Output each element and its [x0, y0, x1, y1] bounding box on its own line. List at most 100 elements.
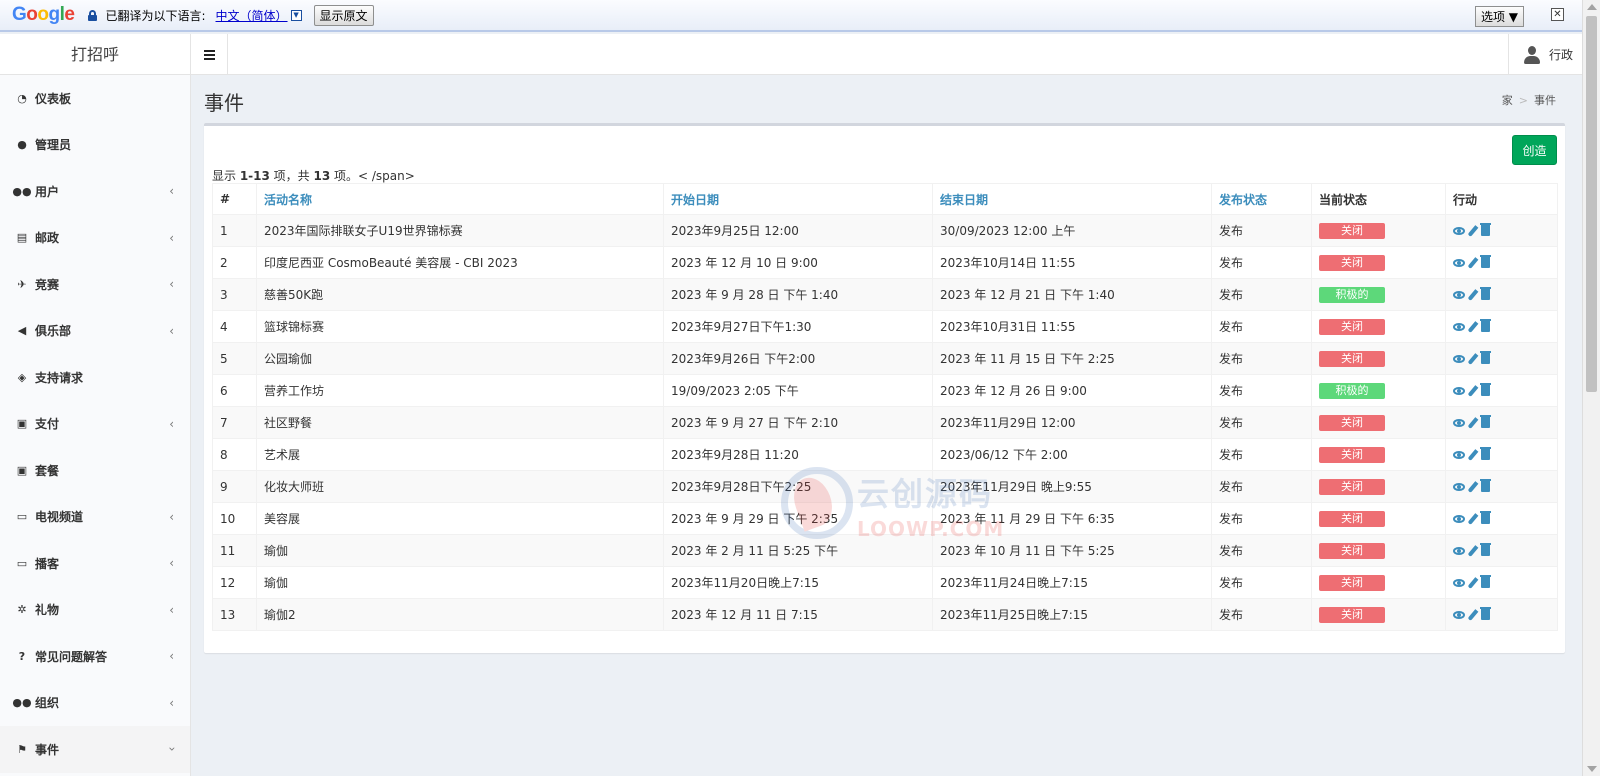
end-date: 2023年11月29日 晚上9:55 [932, 470, 1212, 503]
edit-pencil-icon[interactable] [1467, 512, 1479, 525]
view-eye-icon[interactable] [1453, 450, 1465, 459]
create-button[interactable]: 创造 [1512, 135, 1557, 165]
view-eye-icon[interactable] [1453, 290, 1465, 299]
sidebar-toggle-button[interactable] [191, 34, 228, 75]
column-header-start-date[interactable]: 开始日期 [663, 183, 933, 215]
view-eye-icon[interactable] [1453, 354, 1465, 363]
sidebar-item-posts[interactable]: ▤ 邮政 ‹ [0, 215, 190, 262]
publish-status: 发布 [1211, 278, 1312, 311]
edit-pencil-icon[interactable] [1467, 352, 1479, 365]
brand-logo[interactable]: 打招呼 [0, 34, 191, 75]
end-date: 2023 年 11 月 15 日 下午 2:25 [932, 342, 1212, 375]
column-header-name[interactable]: 活动名称 [256, 183, 664, 215]
sidebar-item-dashboard[interactable]: ◔ 仪表板 [0, 75, 190, 122]
table-row: 5 公园瑜伽 2023年9月26日 下午2:00 2023 年 11 月 15 日 下… [212, 342, 1558, 375]
sidebar-item-gifts[interactable]: ✲ 礼物 ‹ [0, 587, 190, 634]
translate-language-link[interactable]: 中文（简体） [216, 7, 288, 24]
delete-trash-icon[interactable] [1480, 479, 1491, 492]
publish-status: 发布 [1211, 246, 1312, 279]
delete-trash-icon[interactable] [1480, 319, 1491, 332]
sidebar-item-events[interactable]: ⚑ 事件 ‹ [0, 726, 190, 773]
sidebar-item-label: 管理员 [35, 138, 72, 153]
view-eye-icon[interactable] [1453, 610, 1465, 619]
breadcrumb-home[interactable]: 家 [1502, 94, 1513, 107]
delete-trash-icon[interactable] [1480, 255, 1491, 268]
sidebar-item-tv-channels[interactable]: ▭ 电视频道 ‹ [0, 494, 190, 541]
sidebar-item-packages[interactable]: ▣ 套餐 [0, 447, 190, 494]
edit-pencil-icon[interactable] [1467, 544, 1479, 557]
view-eye-icon[interactable] [1453, 482, 1465, 491]
scroll-up-arrow-icon[interactable] [1587, 4, 1597, 10]
delete-trash-icon[interactable] [1480, 607, 1491, 620]
view-eye-icon[interactable] [1453, 258, 1465, 267]
vertical-scrollbar[interactable] [1582, 0, 1600, 776]
start-date: 2023 年 12 月 11 日 7:15 [663, 598, 933, 631]
view-eye-icon[interactable] [1453, 386, 1465, 395]
lock-icon [88, 9, 98, 21]
edit-pencil-icon[interactable] [1467, 320, 1479, 333]
sidebar-item-payments[interactable]: ▣ 支付 ‹ [0, 401, 190, 448]
sidebar-item-users[interactable]: ●● 用户 ‹ [0, 168, 190, 215]
delete-trash-icon[interactable] [1480, 415, 1491, 428]
sidebar-item-podcasts[interactable]: ▭ 播客 ‹ [0, 540, 190, 587]
edit-pencil-icon[interactable] [1467, 384, 1479, 397]
sidebar-item-admin[interactable]: ● 管理员 [0, 122, 190, 169]
delete-trash-icon[interactable] [1480, 351, 1491, 364]
view-eye-icon[interactable] [1453, 322, 1465, 331]
table-row: 11 瑜伽 2023 年 2 月 11 日 5:25 下午 2023 年 10 月 1… [212, 534, 1558, 567]
sidebar-item-organizations[interactable]: ●● 组织 ‹ [0, 680, 190, 727]
edit-pencil-icon[interactable] [1467, 576, 1479, 589]
sidebar-item-faq[interactable]: ? 常见问题解答 ‹ [0, 633, 190, 680]
event-name: 篮球锦标赛 [256, 310, 664, 343]
actions-cell [1445, 406, 1558, 439]
sidebar-item-competitions[interactable]: ✈ 竞赛 ‹ [0, 261, 190, 308]
column-header-end-date[interactable]: 结束日期 [932, 183, 1212, 215]
actions-cell [1445, 342, 1558, 375]
delete-trash-icon[interactable] [1480, 543, 1491, 556]
sidebar-item-label: 俱乐部 [35, 324, 72, 339]
sidebar-item-clubs[interactable]: ◀ 俱乐部 ‹ [0, 308, 190, 355]
publish-status: 发布 [1211, 438, 1312, 471]
view-eye-icon[interactable] [1453, 578, 1465, 587]
scrollbar-thumb[interactable] [1586, 16, 1597, 392]
status-badge: 关闭 [1319, 414, 1385, 431]
show-original-button[interactable]: 显示原文 [313, 4, 374, 26]
scroll-down-arrow-icon[interactable] [1587, 766, 1597, 772]
publish-status: 发布 [1211, 374, 1312, 407]
event-name: 瑜伽 [256, 534, 664, 567]
view-eye-icon[interactable] [1453, 418, 1465, 427]
ticket-icon: ◈ [17, 370, 27, 384]
user-icon: ● [17, 138, 27, 152]
start-date: 2023年11月20日晚上7:15 [663, 566, 933, 599]
language-dropdown-icon[interactable]: ▼ [290, 9, 302, 21]
sidebar-item-label: 仪表板 [35, 91, 72, 106]
event-name: 瑜伽 [256, 566, 664, 599]
edit-pencil-icon[interactable] [1467, 256, 1479, 269]
edit-pencil-icon[interactable] [1467, 480, 1479, 493]
status-badge: 积极的 [1319, 286, 1385, 303]
row-number: 3 [212, 278, 257, 311]
delete-trash-icon[interactable] [1480, 223, 1491, 236]
view-eye-icon[interactable] [1453, 514, 1465, 523]
table-row: 7 社区野餐 2023 年 9 月 27 日 下午 2:10 2023年11月29日 … [212, 406, 1558, 439]
edit-pencil-icon[interactable] [1467, 608, 1479, 621]
user-menu[interactable]: 行政 [1508, 34, 1582, 75]
edit-pencil-icon[interactable] [1467, 224, 1479, 237]
edit-pencil-icon[interactable] [1467, 416, 1479, 429]
column-header-publish-status[interactable]: 发布状态 [1211, 183, 1312, 215]
delete-trash-icon[interactable] [1480, 511, 1491, 524]
close-icon[interactable]: ✕ [1551, 8, 1564, 21]
delete-trash-icon[interactable] [1480, 447, 1491, 460]
view-eye-icon[interactable] [1453, 226, 1465, 235]
actions-cell [1445, 310, 1558, 343]
translate-options-button[interactable]: 选项 ▼ [1474, 6, 1524, 27]
view-eye-icon[interactable] [1453, 546, 1465, 555]
delete-trash-icon[interactable] [1480, 575, 1491, 588]
sidebar-item-support[interactable]: ◈ 支持请求 [0, 354, 190, 401]
edit-pencil-icon[interactable] [1467, 288, 1479, 301]
edit-pencil-icon[interactable] [1467, 448, 1479, 461]
sidebar-item-label: 礼物 [35, 603, 60, 618]
start-date: 2023年9月27日下午1:30 [663, 310, 933, 343]
delete-trash-icon[interactable] [1480, 287, 1491, 300]
delete-trash-icon[interactable] [1480, 383, 1491, 396]
